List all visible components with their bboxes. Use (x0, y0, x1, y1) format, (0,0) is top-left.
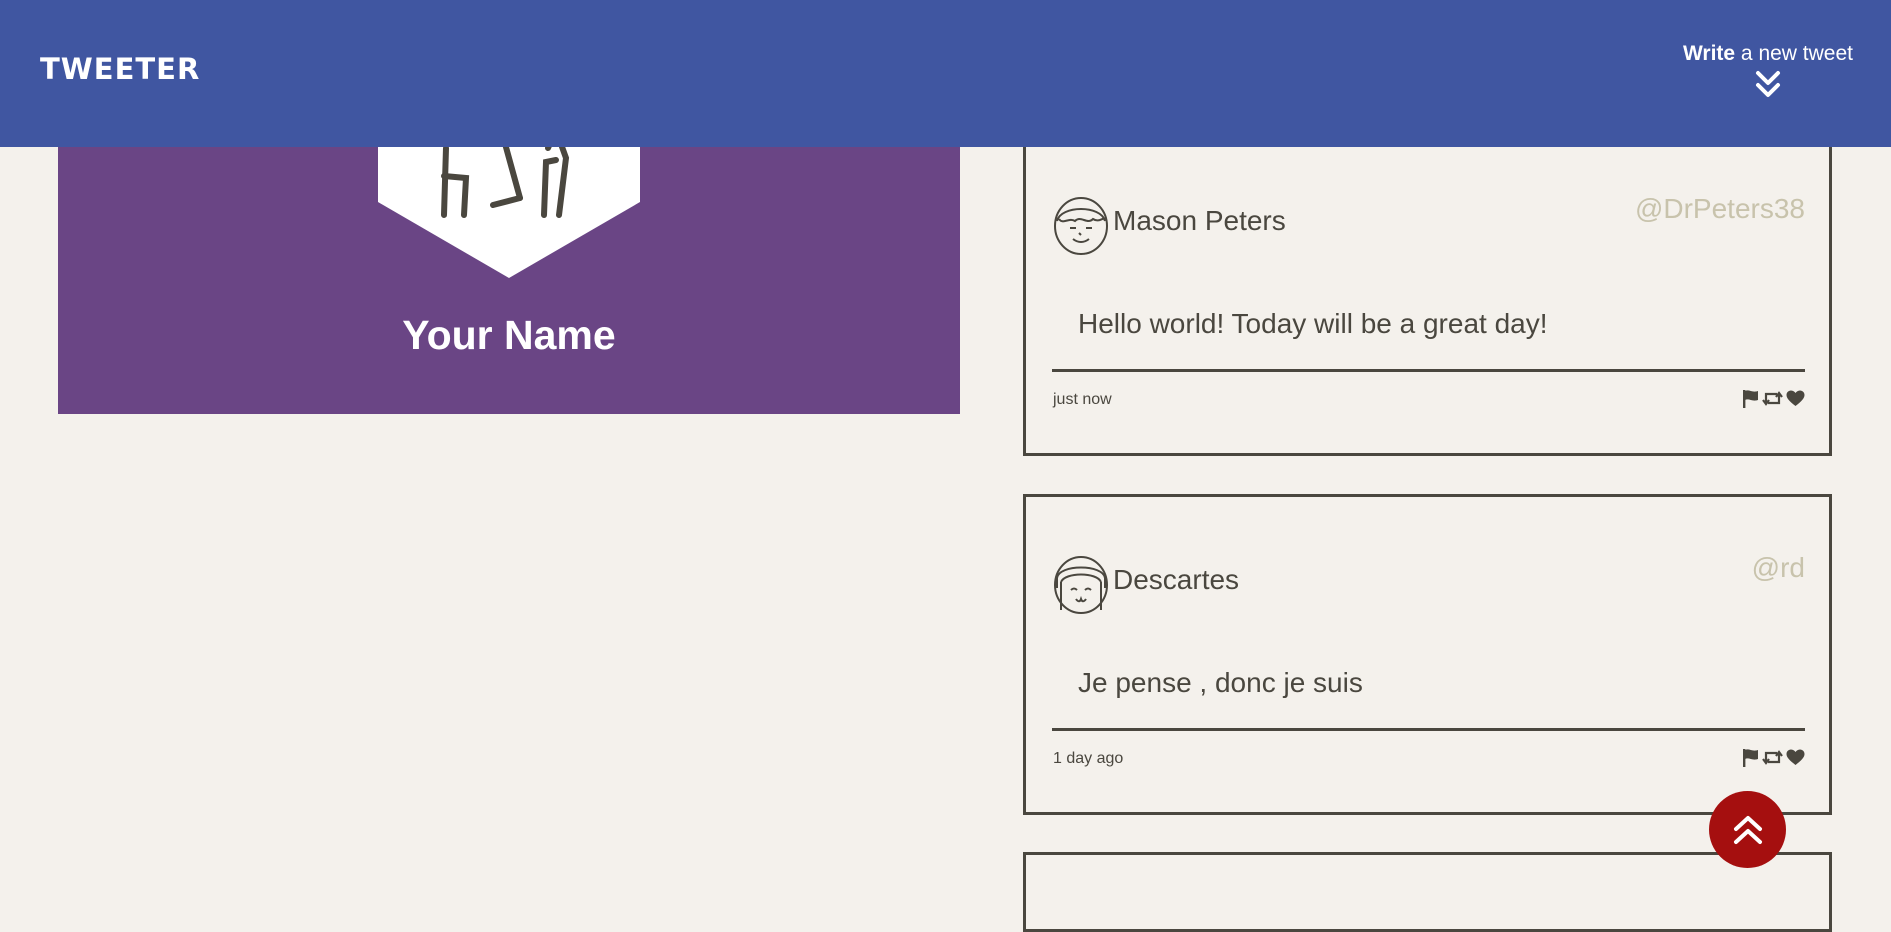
double-chevron-up-icon (1733, 815, 1762, 844)
top-nav: TWEETER Write a new tweet (0, 0, 1891, 147)
heart-icon[interactable] (1786, 390, 1805, 407)
tweet-actions (1742, 748, 1805, 767)
tweet-text: Je pense , donc je suis (1078, 667, 1363, 698)
tweet-text: Hello world! Today will be a great day! (1078, 308, 1548, 339)
profile-name: Your Name (402, 312, 616, 358)
tweet-divider (1052, 728, 1805, 731)
retweet-icon[interactable] (1762, 390, 1783, 407)
retweet-icon[interactable] (1762, 749, 1783, 766)
tweet-card (1023, 852, 1832, 932)
user-avatar-icon (1054, 197, 1108, 255)
app-logo[interactable]: TWEETER (40, 52, 200, 86)
tweet-card: Descartes @rd Je pense , donc je suis 1 … (1023, 494, 1832, 815)
user-avatar-icon (1054, 556, 1108, 614)
tweet-card: Mason Peters @DrPeters38 Hello world! To… (1023, 120, 1832, 456)
tweet-divider (1052, 369, 1805, 372)
tweet-author-name: Descartes (1113, 564, 1240, 595)
tweet-author-handle: @rd (1751, 552, 1805, 583)
profile-header: Your Name (58, 100, 960, 414)
tweet-timestamp: 1 day ago (1053, 750, 1124, 767)
flag-icon[interactable] (1742, 748, 1759, 767)
flag-icon[interactable] (1742, 389, 1759, 408)
tweet-author-handle: @DrPeters38 (1634, 193, 1805, 224)
write-tweet-toggle[interactable]: Write a new tweet (1683, 42, 1853, 100)
heart-icon[interactable] (1786, 749, 1805, 766)
tweet-timestamp: just now (1053, 391, 1112, 408)
tweet-actions (1742, 389, 1805, 408)
double-chevron-down-icon (1755, 71, 1780, 97)
tweet-author-name: Mason Peters (1113, 205, 1286, 236)
write-tweet-label: Write a new tweet (1682, 42, 1853, 65)
scroll-to-top-button[interactable] (1709, 791, 1786, 868)
